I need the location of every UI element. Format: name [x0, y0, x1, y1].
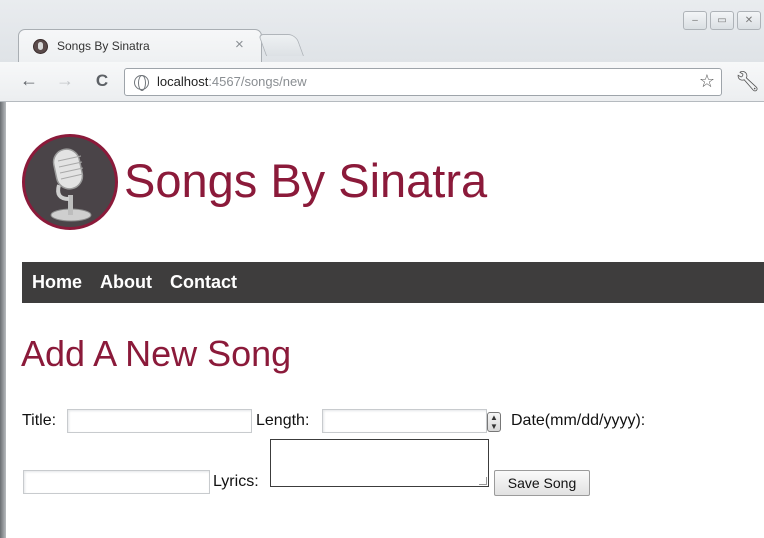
- title-label: Title:: [22, 412, 57, 429]
- length-input[interactable]: [322, 409, 487, 433]
- address-bar[interactable]: localhost:4567/songs/new ☆: [124, 68, 722, 96]
- wrench-icon[interactable]: 🔧︎: [735, 69, 760, 94]
- save-song-button[interactable]: Save Song: [494, 470, 590, 496]
- close-window-button[interactable]: ✕: [737, 11, 761, 30]
- minimize-button[interactable]: –: [683, 11, 707, 30]
- page-heading: Add A New Song: [21, 333, 292, 374]
- length-spinner-icon[interactable]: ▲ ▼: [487, 412, 501, 432]
- new-tab-button[interactable]: [257, 34, 305, 56]
- star-icon[interactable]: ☆: [699, 71, 715, 92]
- title-input[interactable]: [67, 409, 252, 433]
- nav-about-link[interactable]: About: [100, 272, 152, 293]
- window-edge: [0, 102, 6, 538]
- browser-tab[interactable]: Songs By Sinatra ×: [18, 29, 262, 63]
- browser-title-bar: Songs By Sinatra × – ▭ ✕: [0, 0, 764, 63]
- microphone-logo-icon: [22, 134, 118, 230]
- reload-icon[interactable]: C: [89, 71, 115, 91]
- url-path: :4567/songs/new: [208, 74, 307, 89]
- tab-close-icon[interactable]: ×: [235, 36, 244, 53]
- length-label: Length:: [256, 412, 310, 429]
- browser-toolbar: ← → C localhost:4567/songs/new ☆ 🔧︎: [0, 62, 764, 102]
- nav-home-link[interactable]: Home: [32, 272, 82, 293]
- window-controls: – ▭ ✕: [683, 11, 761, 30]
- main-nav: Home About Contact: [22, 262, 764, 303]
- url-host: localhost: [157, 74, 209, 89]
- microphone-favicon-icon: [33, 39, 48, 54]
- globe-icon: [134, 75, 149, 91]
- resize-grip-icon[interactable]: [479, 477, 487, 485]
- lyrics-label: Lyrics:: [213, 473, 259, 490]
- site-title: Songs By Sinatra: [124, 154, 488, 207]
- tab-title: Songs By Sinatra: [57, 39, 150, 53]
- url-text[interactable]: localhost:4567/songs/new: [157, 74, 307, 89]
- nav-contact-link[interactable]: Contact: [170, 272, 237, 293]
- date-label: Date(mm/dd/yyyy):: [511, 412, 646, 429]
- lyrics-textarea[interactable]: [270, 439, 489, 487]
- forward-arrow-icon[interactable]: →: [52, 70, 78, 91]
- date-input[interactable]: [23, 470, 210, 494]
- back-arrow-icon[interactable]: ←: [16, 70, 42, 91]
- maximize-button[interactable]: ▭: [710, 11, 734, 30]
